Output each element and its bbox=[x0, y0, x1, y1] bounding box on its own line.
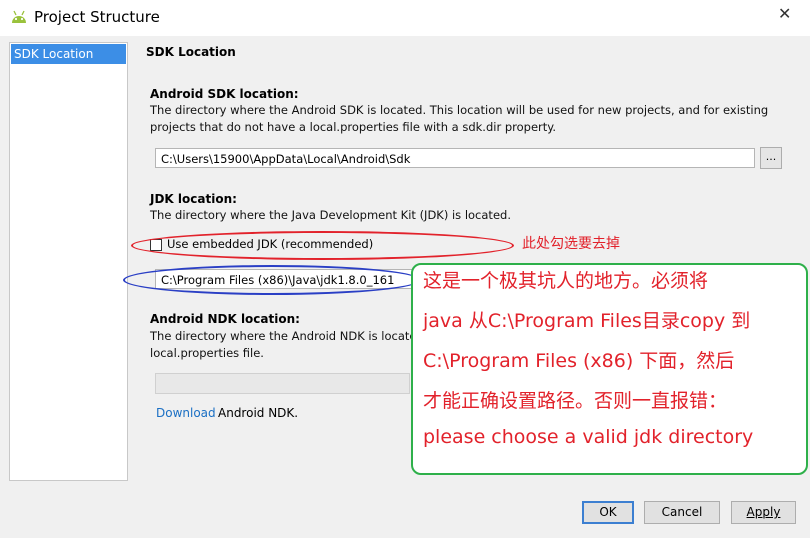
download-ndk-link[interactable]: Download bbox=[156, 406, 216, 420]
cancel-button[interactable]: Cancel bbox=[644, 501, 720, 524]
green-note-line: java 从C:\Program Files目录copy 到 bbox=[423, 310, 751, 332]
red-ellipse-annotation bbox=[131, 231, 514, 260]
sidebar-item-sdk-location[interactable]: SDK Location bbox=[11, 44, 126, 64]
jdk-desc: The directory where the Java Development… bbox=[150, 208, 511, 222]
sidebar-item-label: SDK Location bbox=[14, 47, 94, 61]
green-note-line: C:\Program Files (x86) 下面，然后 bbox=[423, 350, 735, 372]
green-note-line: please choose a valid jdk directory bbox=[423, 426, 754, 448]
title-bar: Project Structure ✕ bbox=[0, 0, 810, 36]
android-sdk-desc-line1: The directory where the Android SDK is l… bbox=[150, 103, 769, 117]
sidebar: SDK Location bbox=[9, 42, 128, 481]
red-note-annotation: 此处勾选要去掉 bbox=[522, 236, 620, 252]
apply-button[interactable]: Apply bbox=[731, 501, 796, 524]
ok-button[interactable]: OK bbox=[582, 501, 634, 524]
android-icon bbox=[12, 10, 26, 23]
close-icon[interactable]: ✕ bbox=[778, 4, 791, 23]
android-sdk-path-input[interactable]: C:\Users\15900\AppData\Local\Android\Sdk bbox=[155, 148, 755, 168]
section-title: SDK Location bbox=[146, 45, 236, 59]
window-title: Project Structure bbox=[34, 8, 160, 26]
green-note-line: 才能正确设置路径。否则一直报错： bbox=[423, 390, 728, 412]
android-sdk-desc-line2: projects that do not have a local.proper… bbox=[150, 120, 557, 134]
jdk-label: JDK location: bbox=[150, 192, 237, 206]
green-note-line: 这是一个极其坑人的地方。必须将 bbox=[423, 270, 709, 292]
download-ndk-text: Android NDK. bbox=[218, 406, 299, 420]
blue-ellipse-annotation bbox=[123, 265, 421, 295]
ndk-desc-line2: local.properties file. bbox=[150, 346, 264, 360]
android-sdk-browse-button[interactable]: ... bbox=[760, 147, 782, 169]
ndk-path-input[interactable] bbox=[155, 373, 410, 394]
android-sdk-label: Android SDK location: bbox=[150, 87, 299, 101]
ndk-label: Android NDK location: bbox=[150, 312, 300, 326]
